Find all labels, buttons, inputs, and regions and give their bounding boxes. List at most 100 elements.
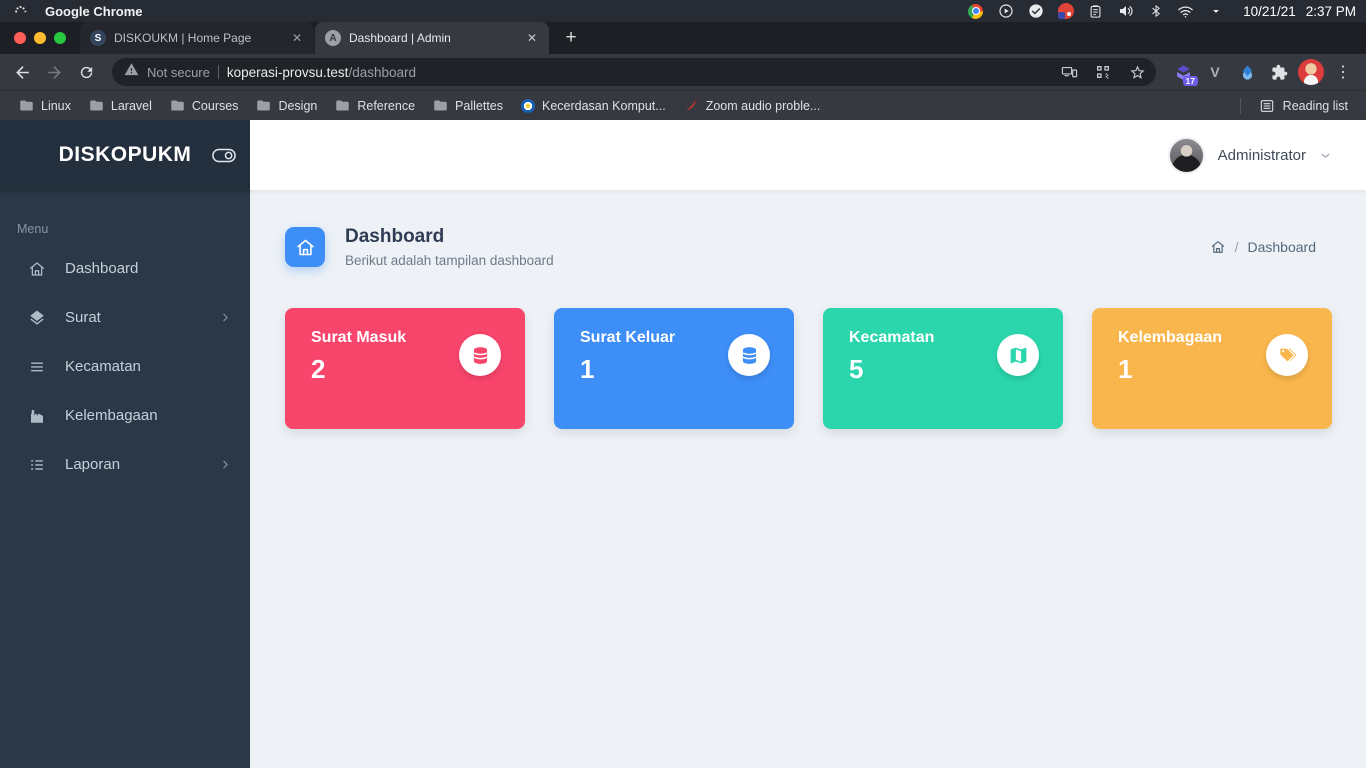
reading-list-button[interactable]: Reading list: [1251, 94, 1356, 118]
system-top-bar: Google Chrome 10/21/21 2:37 PM: [0, 0, 1366, 22]
stat-card-kecamatan: Kecamatan 5: [823, 308, 1063, 429]
bookmark-folder-pallettes[interactable]: Pallettes: [424, 94, 512, 117]
stat-card-surat-keluar: Surat Keluar 1: [554, 308, 794, 429]
page-subtitle: Berikut adalah tampilan dashboard: [345, 253, 554, 268]
folder-icon: [171, 100, 184, 111]
send-to-devices-icon[interactable]: [1056, 59, 1082, 85]
home-icon: [27, 259, 46, 278]
map-icon: [997, 334, 1039, 376]
blue-extension-icon[interactable]: [1234, 59, 1260, 85]
check-circle-icon[interactable]: [1027, 3, 1044, 20]
bookmarks-bar: Linux Laravel Courses Design Reference P…: [0, 90, 1366, 120]
browser-profile-avatar[interactable]: [1298, 59, 1324, 85]
web-page: DISKOPUKM Menu Dashboard Surat Kecamatan…: [0, 120, 1366, 768]
folder-icon: [90, 100, 103, 111]
folder-icon: [336, 100, 350, 111]
sidebar-toggle-icon[interactable]: [210, 144, 238, 166]
clipboard-icon[interactable]: [1087, 3, 1104, 20]
bookmark-folder-reference[interactable]: Reference: [326, 94, 424, 117]
not-secure-warning-icon: [124, 62, 139, 82]
sidebar-item-dashboard[interactable]: Dashboard: [0, 244, 250, 293]
user-dropdown-caret-icon[interactable]: [1319, 149, 1332, 162]
sidebar-item-label: Kecamatan: [65, 358, 141, 375]
list-icon: [27, 357, 46, 376]
tab-title: DISKOUKM | Home Page: [114, 31, 252, 45]
sidebar-item-label: Surat: [65, 309, 101, 326]
forward-button[interactable]: [40, 58, 68, 86]
volume-icon[interactable]: [1117, 3, 1134, 20]
bookmark-star-icon[interactable]: [1124, 59, 1150, 85]
qr-code-icon[interactable]: [1090, 59, 1116, 85]
chevron-down-icon[interactable]: [1207, 3, 1224, 20]
activities-icon[interactable]: [12, 3, 29, 20]
extensions-puzzle-icon[interactable]: [1266, 59, 1292, 85]
address-bar[interactable]: Not secure koperasi-provsu.test/dashboar…: [112, 58, 1156, 86]
tasks-list-icon: [27, 455, 46, 474]
v-extension-icon[interactable]: V: [1202, 59, 1228, 85]
tab-close-icon[interactable]: ✕: [290, 31, 304, 45]
sidebar: DISKOPUKM Menu Dashboard Surat Kecamatan…: [0, 120, 250, 768]
sidebar-item-surat[interactable]: Surat: [0, 293, 250, 342]
breadcrumb-home-icon[interactable]: [1210, 239, 1226, 255]
page-content: Dashboard Berikut adalah tampilan dashbo…: [250, 190, 1366, 768]
active-app-title[interactable]: Google Chrome: [45, 4, 143, 19]
folder-icon: [434, 100, 447, 111]
purple-extension-icon[interactable]: 17: [1170, 59, 1198, 86]
wifi-icon[interactable]: [1177, 3, 1194, 20]
tab-strip: S DISKOUKM | Home Page ✕ A Dashboard | A…: [0, 22, 1366, 54]
brand-logo: DISKOPUKM: [58, 143, 192, 166]
main-area: Administrator Dashboard Berikut adalah t…: [250, 120, 1366, 768]
reading-list-icon: [1260, 99, 1273, 112]
page-title-block: Dashboard Berikut adalah tampilan dashbo…: [345, 226, 554, 268]
window-minimize-button[interactable]: [34, 32, 46, 44]
browser-tab-dashboard[interactable]: A Dashboard | Admin ✕: [315, 22, 549, 54]
notification-app-icon[interactable]: [1057, 3, 1074, 20]
system-clock[interactable]: 10/21/21 2:37 PM: [1243, 4, 1356, 19]
bluetooth-icon[interactable]: [1147, 3, 1164, 20]
bookmark-folder-design[interactable]: Design: [247, 94, 326, 117]
breadcrumb: / Dashboard: [1210, 239, 1332, 255]
page-header: Dashboard Berikut adalah tampilan dashbo…: [285, 226, 1332, 268]
url-host: koperasi-provsu.test: [226, 64, 349, 80]
user-avatar[interactable]: [1167, 136, 1205, 174]
page-title: Dashboard: [345, 226, 445, 247]
bookmark-zoom-audio[interactable]: Zoom audio proble...: [675, 94, 830, 117]
bookmark-kecerdasan[interactable]: Kecerdasan Komput...: [512, 95, 675, 117]
desktop-screen: Google Chrome 10/21/21 2:37 PM S DISKOUK…: [0, 0, 1366, 768]
sidebar-header: DISKOPUKM: [0, 120, 250, 190]
sidebar-item-laporan[interactable]: Laporan: [0, 440, 250, 489]
user-name[interactable]: Administrator: [1218, 147, 1306, 164]
database-icon: [459, 334, 501, 376]
chevron-right-icon: [219, 458, 232, 471]
breadcrumb-current: Dashboard: [1247, 239, 1317, 255]
sidebar-nav: Dashboard Surat Kecamatan Kelembagaan La…: [0, 244, 250, 489]
bookmark-folder-courses[interactable]: Courses: [161, 94, 248, 117]
stat-card-kelembagaan: Kelembagaan 1: [1092, 308, 1332, 429]
sidebar-item-kecamatan[interactable]: Kecamatan: [0, 342, 250, 391]
sidebar-item-kelembagaan[interactable]: Kelembagaan: [0, 391, 250, 440]
window-close-button[interactable]: [14, 32, 26, 44]
stat-cards: Surat Masuk 2 Surat Keluar 1 Kecamatan 5…: [285, 308, 1332, 429]
sidebar-item-label: Dashboard: [65, 260, 139, 277]
bookmark-folder-linux[interactable]: Linux: [10, 94, 80, 117]
play-circle-icon[interactable]: [997, 3, 1014, 20]
window-maximize-button[interactable]: [54, 32, 66, 44]
layers-icon: [27, 308, 46, 327]
folder-icon: [257, 100, 271, 111]
system-date: 10/21/21: [1243, 3, 1296, 19]
tab-favicon: A: [325, 30, 341, 46]
browser-tab-home[interactable]: S DISKOUKM | Home Page ✕: [80, 22, 314, 54]
system-time: 2:37 PM: [1305, 3, 1356, 19]
back-button[interactable]: [8, 58, 36, 86]
tab-close-icon[interactable]: ✕: [525, 31, 539, 45]
site-favicon: [521, 98, 535, 113]
security-label[interactable]: Not secure: [147, 65, 210, 80]
bookmark-folder-laravel[interactable]: Laravel: [80, 94, 161, 117]
sidebar-item-label: Laporan: [65, 456, 121, 473]
browser-menu-kebab-icon[interactable]: ⋮: [1330, 59, 1356, 85]
url-text[interactable]: koperasi-provsu.test/dashboard: [227, 65, 1048, 80]
reload-button[interactable]: [72, 58, 100, 86]
new-tab-button[interactable]: +: [556, 24, 586, 52]
chrome-tray-icon[interactable]: [967, 3, 984, 20]
bookmarks-divider: [1239, 97, 1241, 114]
